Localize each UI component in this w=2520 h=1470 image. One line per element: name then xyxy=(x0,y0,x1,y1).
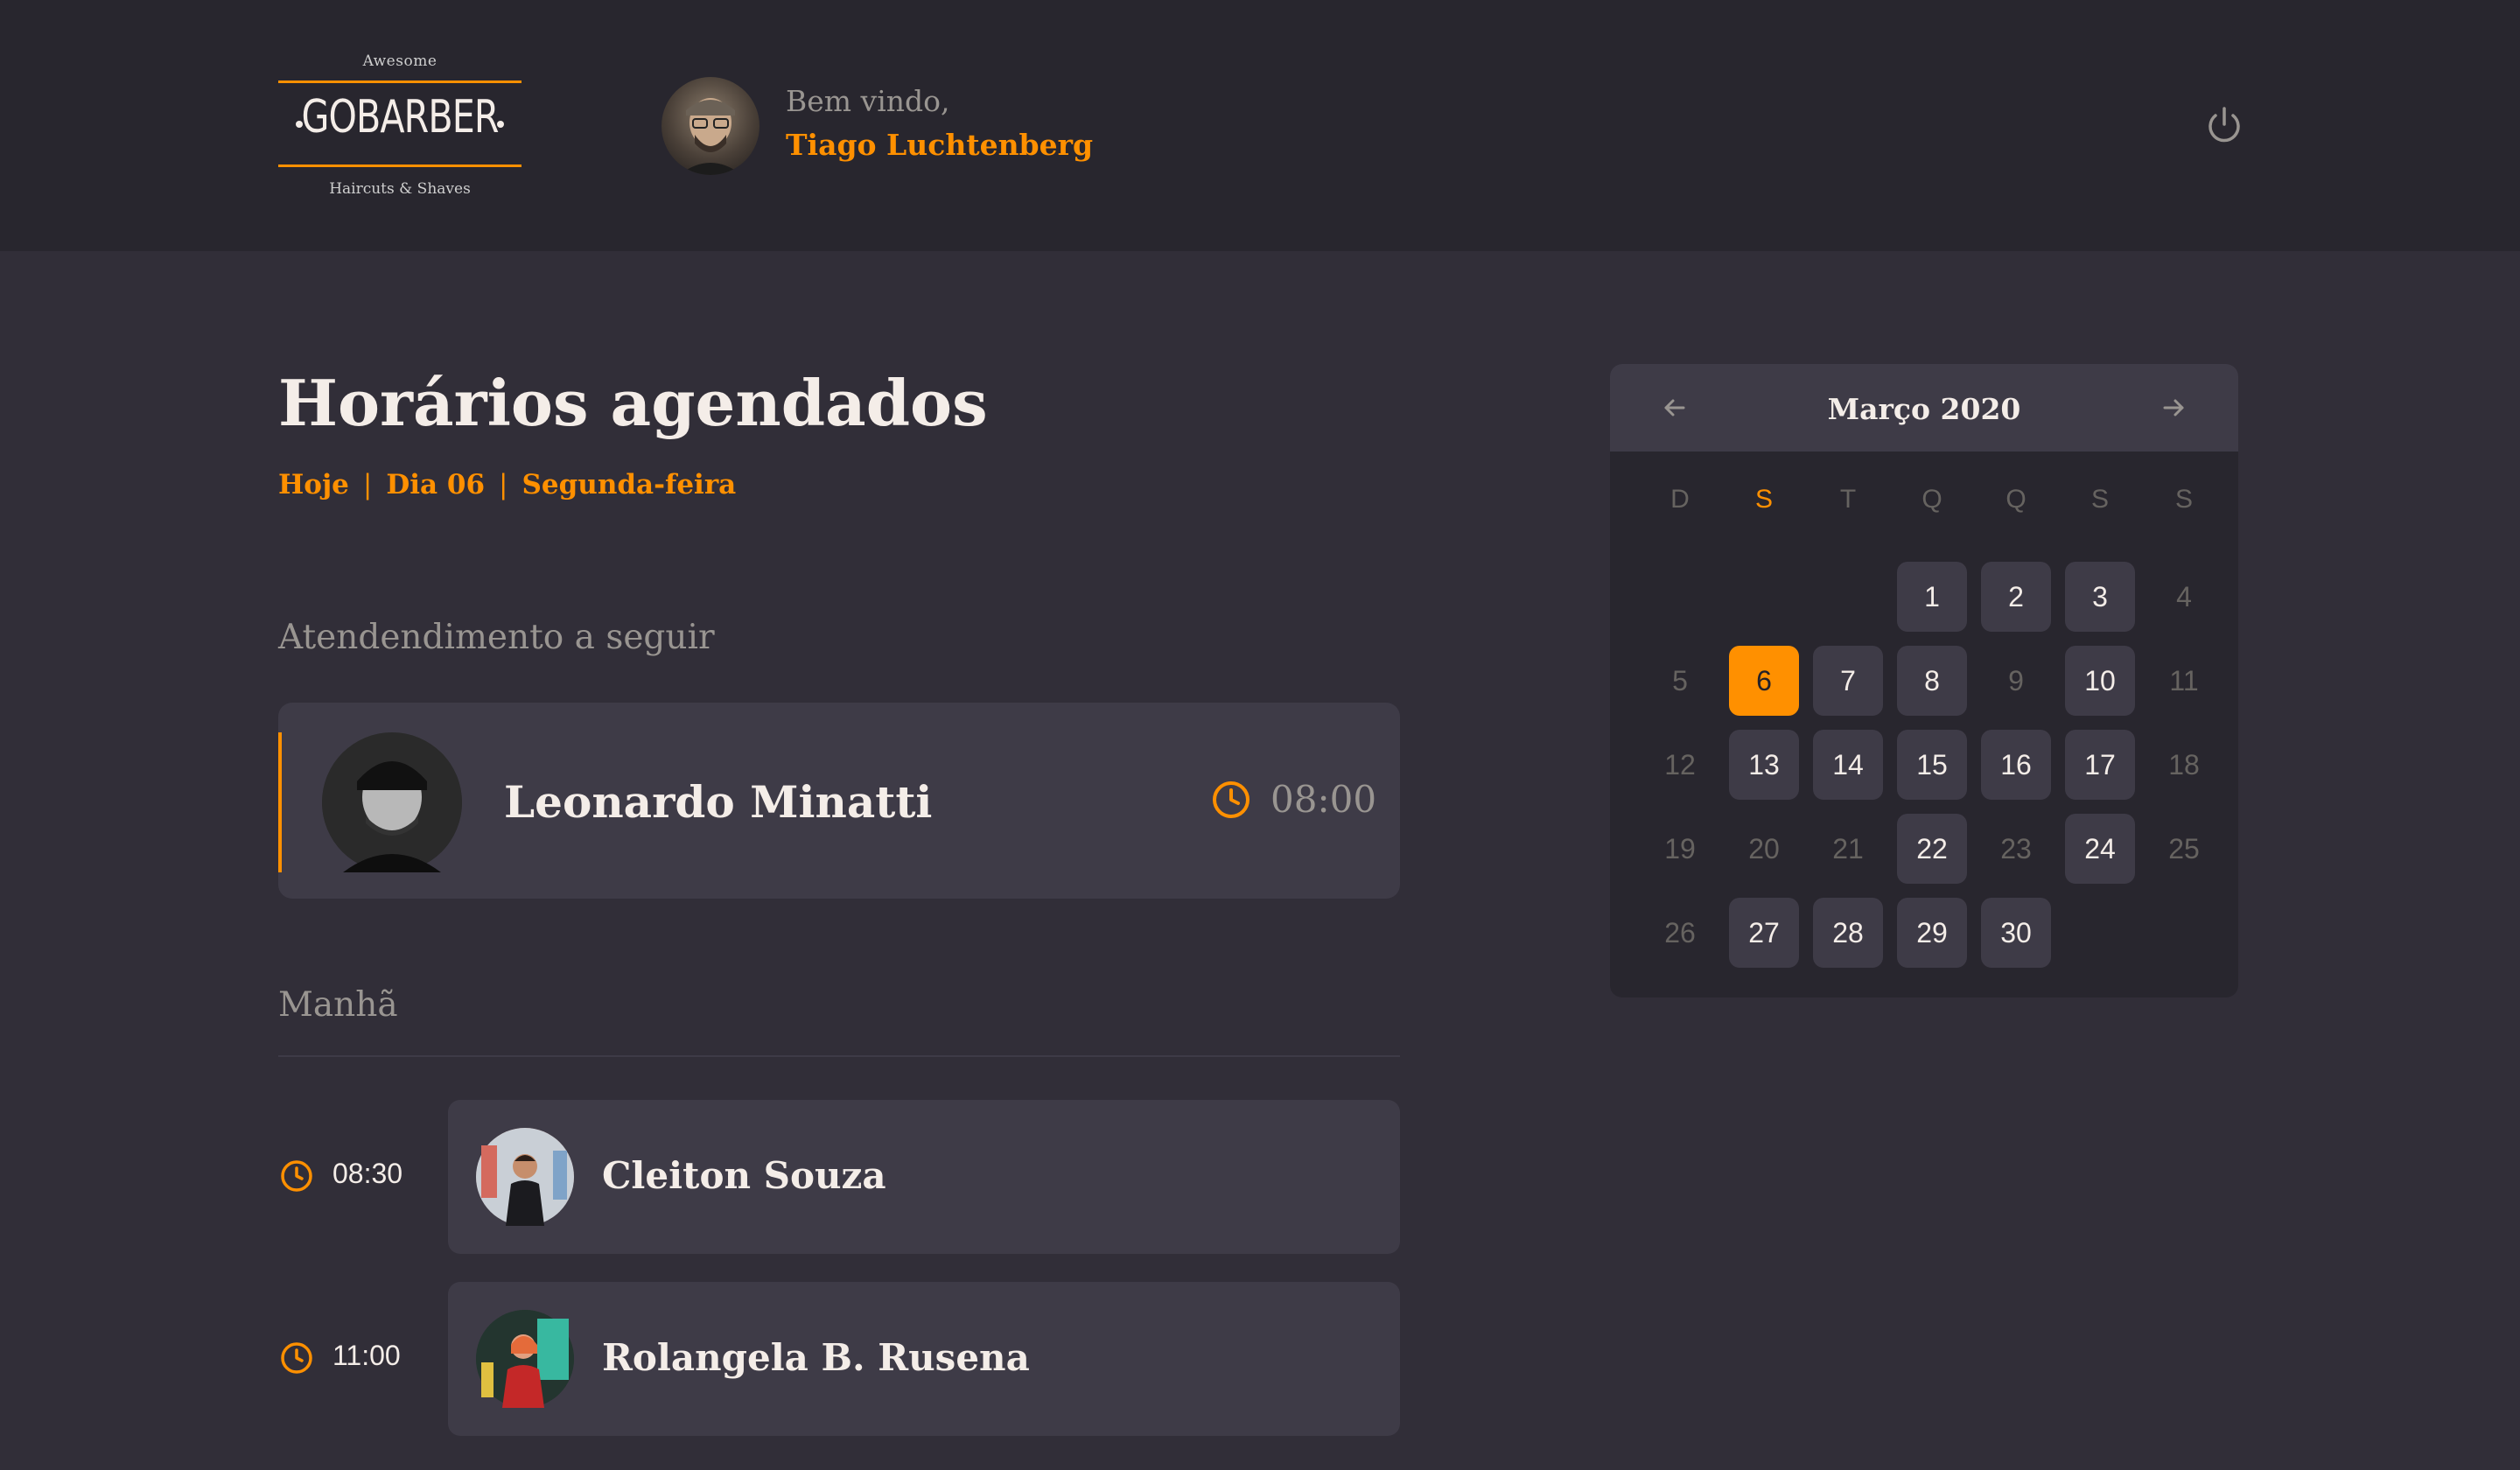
calendar-day[interactable]: 17 xyxy=(2065,730,2135,800)
calendar-day: 18 xyxy=(2168,748,2200,780)
arrow-right-icon[interactable] xyxy=(2158,392,2189,424)
calendar-day: 21 xyxy=(1832,832,1864,864)
calendar-day: 12 xyxy=(1664,748,1696,780)
calendar-day: 23 xyxy=(2000,832,2032,864)
calendar-day[interactable]: 29 xyxy=(1897,898,1967,968)
morning-heading: Manhã xyxy=(278,985,398,1025)
weekday-header: D xyxy=(1670,485,1690,514)
calendar-day[interactable]: 24 xyxy=(2065,814,2135,884)
calendar-header: Março 2020 xyxy=(1610,364,2238,452)
profile-name-link[interactable]: Tiago Luchtenberg xyxy=(786,128,1093,162)
calendar-day: 4 xyxy=(2176,580,2192,612)
appointment-time: 08:30 xyxy=(332,1158,403,1189)
welcome-text: Bem vindo, xyxy=(786,84,950,118)
user-avatar[interactable] xyxy=(662,77,760,175)
client-avatar xyxy=(476,1310,574,1408)
calendar-day-selected[interactable]: 6 xyxy=(1729,646,1799,716)
date-subtitle: Hoje | Dia 06 | Segunda-feira xyxy=(278,469,736,500)
calendar-day: 25 xyxy=(2168,832,2200,864)
calendar-day[interactable]: 27 xyxy=(1729,898,1799,968)
logo-dot-right xyxy=(497,121,504,128)
calendar-day[interactable]: 16 xyxy=(1981,730,2051,800)
calendar-day[interactable]: 13 xyxy=(1729,730,1799,800)
weekday-header: S xyxy=(1754,485,1773,514)
calendar-day[interactable]: 7 xyxy=(1813,646,1883,716)
page-title: Horários agendados xyxy=(278,366,988,440)
accent-bar xyxy=(278,732,282,872)
clock-icon xyxy=(280,1341,313,1375)
appointment-card[interactable]: Cleiton Souza xyxy=(448,1100,1400,1254)
appointment-row: 11:00 Rolangela B. Rusena xyxy=(278,1282,1400,1436)
calendar-day[interactable]: 10 xyxy=(2065,646,2135,716)
next-appointment-card[interactable]: Leonardo Minatti 08:00 xyxy=(278,703,1400,899)
subtitle-day: Dia 06 xyxy=(386,469,486,500)
power-icon[interactable] xyxy=(2203,103,2245,149)
next-appointment-heading: Atendendimento a seguir xyxy=(278,618,715,657)
calendar-day: 26 xyxy=(1664,916,1696,948)
calendar-day[interactable]: 30 xyxy=(1981,898,2051,968)
appointment-time: 11:00 xyxy=(332,1340,401,1371)
clock-icon xyxy=(1211,780,1251,820)
weekday-header: Q xyxy=(2006,485,2026,514)
calendar: Março 2020 D S T Q Q S S 1 2 3 4 5 6 7 8 9 10 11 12 13 14 15 1… xyxy=(1610,364,2238,998)
calendar-day: 9 xyxy=(2008,664,2024,696)
calendar-day: 20 xyxy=(1748,832,1780,864)
subtitle-today: Hoje xyxy=(278,469,349,500)
logo-line-top xyxy=(278,80,522,83)
calendar-day: 11 xyxy=(2169,664,2199,696)
client-name: Leonardo Minatti xyxy=(504,776,933,828)
calendar-day[interactable]: 1 xyxy=(1897,562,1967,632)
logo-line-bottom xyxy=(278,164,522,167)
appointment-time: 08:00 xyxy=(1270,778,1377,821)
weekday-header: S xyxy=(2090,485,2109,514)
weekday-header: Q xyxy=(1922,485,1942,514)
calendar-day[interactable]: 14 xyxy=(1813,730,1883,800)
subtitle-separator: | xyxy=(362,469,373,500)
weekday-header: S xyxy=(2174,485,2193,514)
calendar-month: Março 2020 xyxy=(1827,392,2021,426)
subtitle-separator: | xyxy=(499,469,508,500)
logo-main-text: GOBARBER xyxy=(301,91,499,144)
clock-icon xyxy=(280,1159,313,1193)
weekday-header: T xyxy=(1839,485,1857,514)
client-avatar xyxy=(322,732,462,872)
gobarber-logo[interactable]: Awesome GOBARBER Haircuts & Shaves xyxy=(278,49,522,205)
calendar-day[interactable]: 3 xyxy=(2065,562,2135,632)
top-header: Awesome GOBARBER Haircuts & Shaves Bem v… xyxy=(0,0,2520,251)
appointment-row: 08:30 Cleiton Souza xyxy=(278,1100,1400,1254)
calendar-day: 5 xyxy=(1672,664,1688,696)
calendar-day: 19 xyxy=(1664,832,1696,864)
appointment-card[interactable]: Rolangela B. Rusena xyxy=(448,1282,1400,1436)
calendar-day[interactable]: 28 xyxy=(1813,898,1883,968)
calendar-day[interactable]: 8 xyxy=(1897,646,1967,716)
logo-bottom-text: Haircuts & Shaves xyxy=(329,180,471,198)
calendar-day[interactable]: 2 xyxy=(1981,562,2051,632)
client-name: Rolangela B. Rusena xyxy=(602,1336,1030,1379)
calendar-day[interactable]: 22 xyxy=(1897,814,1967,884)
calendar-day[interactable]: 15 xyxy=(1897,730,1967,800)
client-avatar xyxy=(476,1128,574,1226)
subtitle-weekday: Segunda-feira xyxy=(522,469,737,500)
logo-top-text: Awesome xyxy=(362,52,438,70)
client-name: Cleiton Souza xyxy=(602,1154,886,1197)
section-divider xyxy=(278,1055,1400,1057)
